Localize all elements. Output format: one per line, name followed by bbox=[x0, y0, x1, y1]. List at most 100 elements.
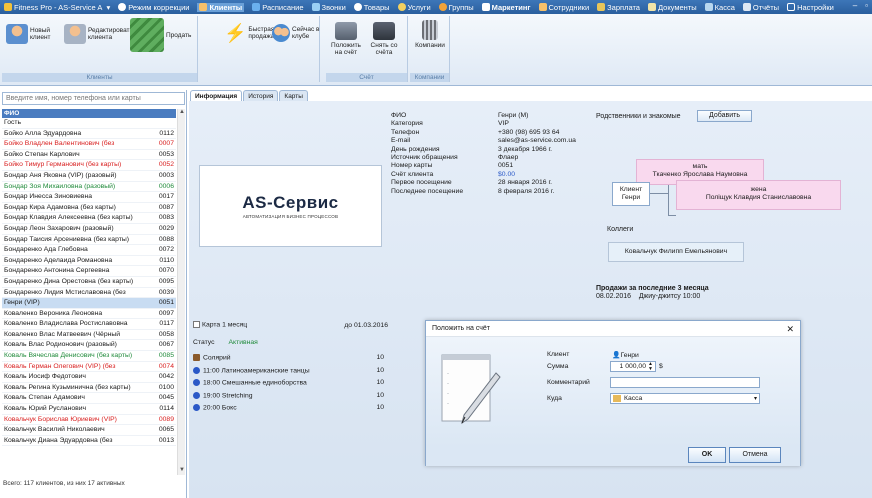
client-row[interactable]: Коваль Степан Адамович 0045 bbox=[2, 393, 176, 405]
client-row[interactable]: Ковальчук Василий Николаевич 0065 bbox=[2, 425, 176, 436]
client-card-number: 0089 bbox=[158, 415, 174, 423]
service-row[interactable]: 20:00 Бокс 10 bbox=[193, 404, 388, 414]
client-row[interactable]: Коваль Герман Олегович (VIP) (без 0074 bbox=[2, 362, 176, 373]
app-title[interactable]: Fitness Pro - AS-Service A ▾ bbox=[4, 3, 110, 12]
column-header-name[interactable]: ФИО bbox=[2, 109, 176, 118]
chevron-down-icon[interactable]: ▾ bbox=[754, 395, 757, 404]
client-row[interactable]: Бондар Леон Захарович (разовый) 0029 bbox=[2, 224, 176, 235]
sell-button[interactable]: Продать bbox=[130, 18, 191, 52]
client-row[interactable]: Коваль Влас Родионович (разовый) 0067 bbox=[2, 340, 176, 352]
client-name: Коваль Юрий Русланович bbox=[4, 405, 87, 413]
menu-item-groups[interactable]: Группы bbox=[438, 3, 474, 12]
service-row[interactable]: 18:00 Смешанные единоборства 10 bbox=[193, 379, 388, 389]
client-row[interactable]: Бойко Степан Карлович 0053 bbox=[2, 150, 176, 161]
client-row[interactable]: Бондар Таисия Арсениевна (без карты) 0088 bbox=[2, 235, 176, 246]
client-row[interactable]: Бондаренко Дина Орестовна (без карты) 009… bbox=[2, 277, 176, 288]
menu-item-schedule[interactable]: Расписание bbox=[252, 3, 304, 12]
info-value: 3 декабря 1966 г. bbox=[498, 145, 553, 153]
quick-sale-button[interactable]: ⚡ Быстрая продажа bbox=[224, 24, 276, 42]
client-row[interactable]: Коваль Иосиф Федотович 0042 bbox=[2, 372, 176, 383]
client-row[interactable]: Коваленко Вероника Леоновна 0097 bbox=[2, 309, 176, 320]
client-name: Бондар Леон Захарович (разовый) bbox=[4, 224, 114, 232]
client-row[interactable]: Бондаренко Ада Глебовна 0072 bbox=[2, 245, 176, 256]
now-in-club-button[interactable]: Сейчас в клубе bbox=[272, 24, 322, 42]
edit-client-button[interactable]: Редактировать клиента bbox=[64, 24, 133, 44]
menu-item-cash[interactable]: Касса bbox=[704, 3, 735, 12]
new-client-button[interactable]: Новый клиент bbox=[6, 24, 56, 44]
client-row[interactable]: Коваль Регина Кузьминична (без карты) 010… bbox=[2, 383, 176, 394]
client-row[interactable]: Бондар Зоя Михаиловна (разовый) 0006 bbox=[2, 182, 176, 193]
minimize-button[interactable]: – bbox=[853, 1, 857, 10]
scroll-up-icon[interactable]: ▲ bbox=[178, 109, 186, 117]
add-relative-button[interactable]: Добавить bbox=[697, 110, 752, 122]
client-card-number bbox=[154, 118, 174, 128]
card-name-row[interactable]: Карта 1 месяц bbox=[193, 321, 247, 329]
menu-item-salary[interactable]: Зарплата bbox=[597, 3, 640, 12]
client-list: Гость Бойко Алла Эдуардовна 0112 Бойко Влад… bbox=[2, 118, 176, 447]
relative-wife[interactable]: жена Поліщук Клавдия Станиславовна bbox=[676, 180, 841, 210]
ok-button[interactable]: OK bbox=[688, 447, 726, 463]
restore-button[interactable]: ▫ bbox=[865, 1, 868, 10]
colleague-item[interactable]: Ковальчук Филипп Емельянович bbox=[608, 242, 744, 262]
client-name: Генри (VIP) bbox=[4, 299, 40, 307]
client-row[interactable]: Ковальчук Диана Эдуардовна (без 0013 bbox=[2, 436, 176, 447]
menu-item-documents[interactable]: Документы bbox=[647, 3, 697, 12]
service-row[interactable]: 19:00 Stretching 10 bbox=[193, 391, 388, 402]
client-row[interactable]: Бондар Клавдия Алексеевна (без карты) 008… bbox=[2, 213, 176, 224]
client-row[interactable]: Бондар Аня Яковна (VIP) (разовый) 0003 bbox=[2, 171, 176, 182]
service-item: Солярий bbox=[193, 354, 231, 364]
client-name: Бондаренко Антонина Сергеевна bbox=[4, 267, 110, 275]
comment-input[interactable] bbox=[610, 377, 760, 388]
withdraw-button[interactable]: Снять со счёта bbox=[366, 22, 402, 56]
client-row[interactable]: Бойко Тимур Германович (без карты) 0052 bbox=[2, 160, 176, 171]
client-row[interactable]: Коваль Вячеслав Денисович (без карты) 008… bbox=[2, 351, 176, 362]
client-row[interactable]: Генри (VIP) 0051 bbox=[2, 298, 176, 309]
building-icon bbox=[422, 20, 438, 40]
client-row[interactable]: Коваленко Влас Матвеевич (Чёрный 0058 bbox=[2, 330, 176, 341]
dialog-comment-label: Комментарий bbox=[547, 379, 590, 386]
menu-item-staff[interactable]: Сотрудники bbox=[538, 3, 589, 12]
client-name: Коваленко Влас Матвеевич (Чёрный bbox=[4, 330, 121, 338]
client-row[interactable]: Коваль Юрий Русланович 0114 bbox=[2, 404, 176, 415]
menu-item-calls[interactable]: Звонки bbox=[311, 3, 346, 12]
client-row[interactable]: Гость bbox=[2, 118, 176, 129]
menu-item-goods[interactable]: Товары bbox=[353, 3, 390, 12]
client-card-number: 0110 bbox=[159, 256, 174, 264]
sum-spinner[interactable]: ▲ ▼ bbox=[648, 362, 653, 372]
service-row[interactable]: Солярий 10 bbox=[193, 354, 388, 364]
client-row[interactable]: Бондаренко Антонина Сергеевна 0070 bbox=[2, 266, 176, 277]
where-select[interactable]: Касса ▾ bbox=[610, 393, 760, 404]
dialog-where-label: Куда bbox=[547, 395, 562, 402]
deposit-button[interactable]: Положить на счёт bbox=[328, 22, 364, 56]
client-row[interactable]: Коваленко Владислава Ростиславовна 0117 bbox=[2, 319, 176, 330]
client-search-input[interactable]: Введите имя, номер телефона или карты bbox=[2, 92, 185, 105]
card-checkbox[interactable] bbox=[193, 321, 200, 329]
client-card-number: 0053 bbox=[158, 150, 174, 158]
cancel-button[interactable]: Отмена bbox=[729, 447, 781, 463]
recent-sales-entry[interactable]: 08.02.2016 Джиу-джитсу 10:00 bbox=[596, 293, 709, 301]
correction-mode[interactable]: Режим коррекции bbox=[118, 3, 189, 12]
client-row[interactable]: Бондаренко Аделаида Романовна 0110 bbox=[2, 256, 176, 267]
info-label: Счёт клиента bbox=[391, 170, 434, 178]
client-row[interactable]: Бондар Кира Адамовна (без карты) 0087 bbox=[2, 203, 176, 214]
menu-item-settings[interactable]: Настройки bbox=[787, 3, 834, 12]
companies-button[interactable]: Компании bbox=[412, 20, 448, 49]
documents-icon bbox=[647, 3, 656, 11]
menu-item-reports[interactable]: Отчёты bbox=[742, 3, 779, 12]
client-row[interactable]: Бойко Владлен Валентинович (без 0007 bbox=[2, 139, 176, 150]
menu-item-services[interactable]: Услуги bbox=[397, 3, 431, 12]
client-list-scrollbar[interactable]: ▲ ▼ bbox=[177, 109, 185, 475]
client-row[interactable]: Ковальчук Борислав Юриевич (VIP) 0089 bbox=[2, 415, 176, 426]
calendar-icon bbox=[252, 3, 261, 11]
menu-item-marketing[interactable]: Маркетинг bbox=[481, 3, 531, 12]
client-name: Бондар Аня Яковна (VIP) (разовый) bbox=[4, 171, 117, 179]
client-row[interactable]: Бондаренко Лидия Мстиславовна (без 0039 bbox=[2, 288, 176, 299]
client-row[interactable]: Бойко Алла Эдуардовна 0112 bbox=[2, 129, 176, 140]
ribbon-group-clients: Новый клиент Редактировать клиента Прода… bbox=[2, 16, 198, 82]
menu-item-clients[interactable]: Клиенты bbox=[197, 2, 245, 12]
scroll-down-icon[interactable]: ▼ bbox=[178, 467, 186, 475]
client-row[interactable]: Бондар Инесса Зиновиевна 0017 bbox=[2, 192, 176, 203]
client-name: Коваль Вячеслав Денисович (без карты) bbox=[4, 352, 133, 360]
service-row[interactable]: 11:00 Латиноамериканские танцы 10 bbox=[193, 366, 388, 377]
dialog-close-button[interactable]: ✕ bbox=[786, 324, 794, 335]
